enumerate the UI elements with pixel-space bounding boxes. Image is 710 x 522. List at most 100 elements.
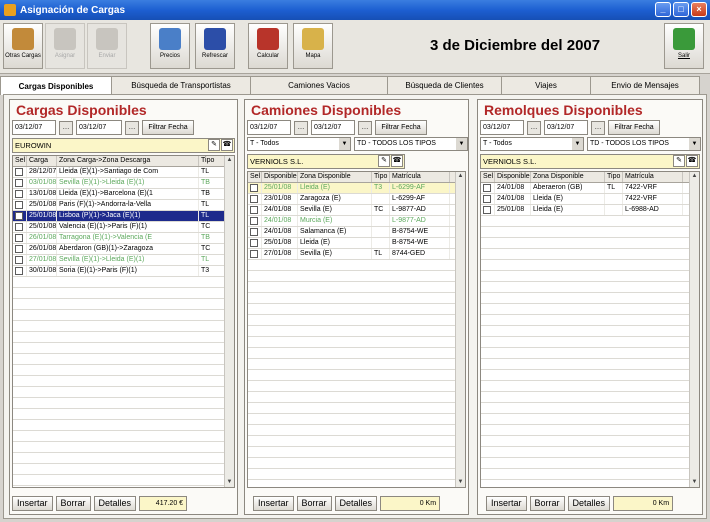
row-checkbox[interactable] xyxy=(250,217,258,225)
tab-busqueda-clientes[interactable]: Búsqueda de Clientes xyxy=(387,76,502,94)
refrescar-button[interactable]: Refrescar xyxy=(195,23,235,69)
row-checkbox[interactable] xyxy=(250,184,258,192)
row-checkbox[interactable] xyxy=(15,212,23,220)
mapa-button[interactable]: Mapa xyxy=(293,23,333,69)
row-checkbox[interactable] xyxy=(250,239,258,247)
remolques-all-types-select[interactable]: TD - TODOS LOS TIPOS ▼ xyxy=(587,137,701,151)
row-checkbox[interactable] xyxy=(15,190,23,198)
tab-camiones-vacios[interactable]: Camiones Vacios xyxy=(250,76,388,94)
camiones-date-to[interactable]: 03/12/07 xyxy=(311,120,355,135)
cargas-filter-button[interactable]: Filtrar Fecha xyxy=(142,120,194,135)
remolques-date-to-picker[interactable]: … xyxy=(591,120,605,135)
cargas-detalles-button[interactable]: Detalles xyxy=(93,496,137,511)
table-row[interactable]: 25/01/08 Lleida (E) T3 L-6299-AF xyxy=(248,183,465,194)
cargas-date-from-picker[interactable]: … xyxy=(59,120,73,135)
salir-button[interactable]: Salir xyxy=(664,23,704,69)
table-row[interactable]: 23/01/08 Zaragoza (E) L-6299-AF xyxy=(248,194,465,205)
cargas-client-field[interactable]: EUROWIN ✎ ☎ xyxy=(12,138,235,153)
table-row[interactable]: 30/01/08 Soria (E)(1)->Paris (F)(1) T3 xyxy=(13,266,234,277)
camiones-filter-button[interactable]: Filtrar Fecha xyxy=(375,120,427,135)
otras-cargas-button[interactable]: Otras Cargas xyxy=(3,23,43,69)
row-checkbox[interactable] xyxy=(250,206,258,214)
table-row[interactable]: 25/01/08 Lleida (E) L-6988-AD xyxy=(481,205,699,216)
camiones-company-field[interactable]: VERNIOLS S.L. ✎ ☎ xyxy=(247,154,405,169)
table-row[interactable]: 24/01/08 Murcia (E) L-9877-AD xyxy=(248,216,465,227)
row-checkbox[interactable] xyxy=(15,168,23,176)
asignar-button[interactable]: Asignar xyxy=(45,23,85,69)
edit-icon[interactable]: ✎ xyxy=(378,155,390,167)
row-checkbox[interactable] xyxy=(483,206,491,214)
cargas-scrollbar[interactable]: ▲ ▼ xyxy=(224,156,234,487)
row-checkbox[interactable] xyxy=(15,245,23,253)
tab-viajes[interactable]: Viajes xyxy=(501,76,591,94)
table-row[interactable]: 24/01/08 Aberaeron (GB) TL 7422-VRF xyxy=(481,183,699,194)
row-checkbox[interactable] xyxy=(15,201,23,209)
table-row[interactable]: 25/01/08 Valencia (E)(1)->Paris (F)(1) TC xyxy=(13,222,234,233)
row-checkbox[interactable] xyxy=(250,228,258,236)
camiones-detalles-button[interactable]: Detalles xyxy=(334,496,378,511)
cargas-date-to[interactable]: 03/12/07 xyxy=(76,120,122,135)
remolques-borrar-button[interactable]: Borrar xyxy=(529,496,565,511)
tab-cargas-disponibles[interactable]: Cargas Disponibles xyxy=(0,76,112,95)
remolques-date-to[interactable]: 03/12/07 xyxy=(544,120,588,135)
close-button[interactable]: × xyxy=(691,2,707,17)
row-checkbox[interactable] xyxy=(15,267,23,275)
remolques-date-from-picker[interactable]: … xyxy=(527,120,541,135)
table-row[interactable]: 25/01/08 Lisboa (P)(1)->Jaca (E)(1) TL xyxy=(13,211,234,222)
cargas-date-to-picker[interactable]: … xyxy=(125,120,139,135)
table-row[interactable]: 28/12/07 Lleida (E)(1)->Santiago de Com TL xyxy=(13,167,234,178)
cargas-borrar-button[interactable]: Borrar xyxy=(55,496,91,511)
row-checkbox[interactable] xyxy=(15,256,23,264)
remolques-detalles-button[interactable]: Detalles xyxy=(567,496,611,511)
phone-icon[interactable]: ☎ xyxy=(391,155,403,167)
enviar-button[interactable]: Enviar xyxy=(87,23,127,69)
camiones-date-from-picker[interactable]: … xyxy=(294,120,308,135)
row-checkbox[interactable] xyxy=(483,184,491,192)
table-row[interactable]: 26/01/08 Tarragona (E)(1)->Valencia (E TB xyxy=(13,233,234,244)
table-row[interactable]: 13/01/08 Lleida (E)(1)->Barcelona (E)(1 TB xyxy=(13,189,234,200)
calcular-button[interactable]: Calcular xyxy=(248,23,288,69)
edit-icon[interactable]: ✎ xyxy=(208,139,220,151)
camiones-insertar-button[interactable]: Insertar xyxy=(253,496,294,511)
remolques-date-from[interactable]: 03/12/07 xyxy=(480,120,524,135)
camiones-type-select[interactable]: T - Todos ▼ xyxy=(247,137,351,151)
remolques-filter-button[interactable]: Filtrar Fecha xyxy=(608,120,660,135)
table-row[interactable]: 24/01/08 Lleida (E) 7422-VRF xyxy=(481,194,699,205)
precios-button[interactable]: Precios xyxy=(150,23,190,69)
remolques-type-select[interactable]: T - Todos ▼ xyxy=(480,137,584,151)
row-checkbox[interactable] xyxy=(250,250,258,258)
edit-icon[interactable]: ✎ xyxy=(673,155,685,167)
camiones-borrar-button[interactable]: Borrar xyxy=(296,496,332,511)
tab-envio-mensajes[interactable]: Envio de Mensajes xyxy=(590,76,700,94)
camiones-date-from[interactable]: 03/12/07 xyxy=(247,120,291,135)
table-row[interactable]: 26/01/08 Aberdaron (GB)(1)->Zaragoza TC xyxy=(13,244,234,255)
table-row[interactable]: 03/01/08 Sevilla (E)(1)->Lleida (E)(1) TB xyxy=(13,178,234,189)
empty-row xyxy=(13,365,234,376)
phone-icon[interactable]: ☎ xyxy=(686,155,698,167)
camiones-all-types-select[interactable]: TD - TODOS LOS TIPOS ▼ xyxy=(354,137,468,151)
remolques-scrollbar[interactable]: ▲ ▼ xyxy=(689,172,699,487)
table-row[interactable]: 27/01/08 Sevilla (E) TL 8744-GED xyxy=(248,249,465,260)
maximize-button[interactable]: □ xyxy=(673,2,689,17)
row-checkbox[interactable] xyxy=(15,179,23,187)
table-row[interactable]: 24/01/08 Sevilla (E) TC L-9877-AD xyxy=(248,205,465,216)
table-row[interactable]: 25/01/08 Paris (F)(1)->Andorra-la-Vella TL xyxy=(13,200,234,211)
row-checkbox[interactable] xyxy=(15,223,23,231)
table-row[interactable]: 27/01/08 Sevilla (E)(1)->Lleida (E)(1) TL xyxy=(13,255,234,266)
table-row[interactable]: 25/01/08 Lleida (E) B-8754-WE xyxy=(248,238,465,249)
cell-date: 28/12/07 xyxy=(29,167,57,177)
table-row[interactable]: 24/01/08 Salamanca (E) B-8754-WE xyxy=(248,227,465,238)
row-checkbox[interactable] xyxy=(250,195,258,203)
minimize-button[interactable]: _ xyxy=(655,2,671,17)
phone-icon[interactable]: ☎ xyxy=(221,139,233,151)
cell-date: 25/01/08 xyxy=(29,222,57,232)
remolques-company-field[interactable]: VERNIOLS S.L. ✎ ☎ xyxy=(480,154,700,169)
tab-busqueda-transportistas[interactable]: Búsqueda de Transportistas xyxy=(111,76,251,94)
row-checkbox[interactable] xyxy=(15,234,23,242)
cargas-insertar-button[interactable]: Insertar xyxy=(12,496,53,511)
row-checkbox[interactable] xyxy=(483,195,491,203)
remolques-insertar-button[interactable]: Insertar xyxy=(486,496,527,511)
camiones-scrollbar[interactable]: ▲ ▼ xyxy=(455,172,465,487)
camiones-date-to-picker[interactable]: … xyxy=(358,120,372,135)
cargas-date-from[interactable]: 03/12/07 xyxy=(12,120,56,135)
